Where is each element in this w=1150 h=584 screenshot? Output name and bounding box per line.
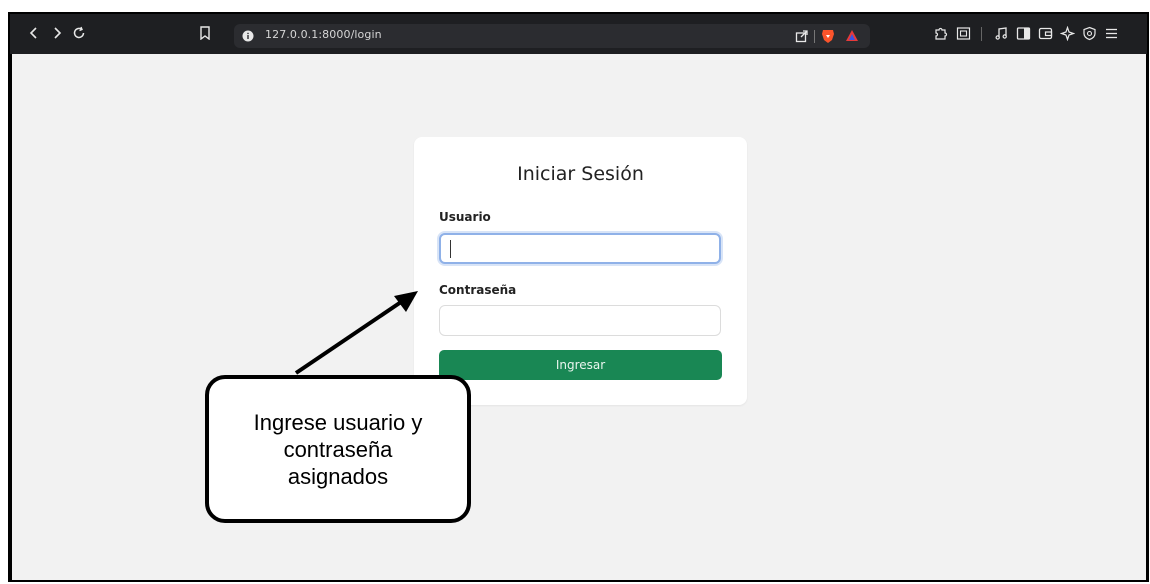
callout-line: contraseña — [283, 436, 393, 462]
callout-line: Ingrese usuario y — [253, 409, 423, 435]
annotation-callout: Ingrese usuario y contraseña asignados — [205, 375, 471, 523]
callout-line: asignados — [287, 463, 389, 489]
annotation-arrow — [294, 291, 418, 375]
